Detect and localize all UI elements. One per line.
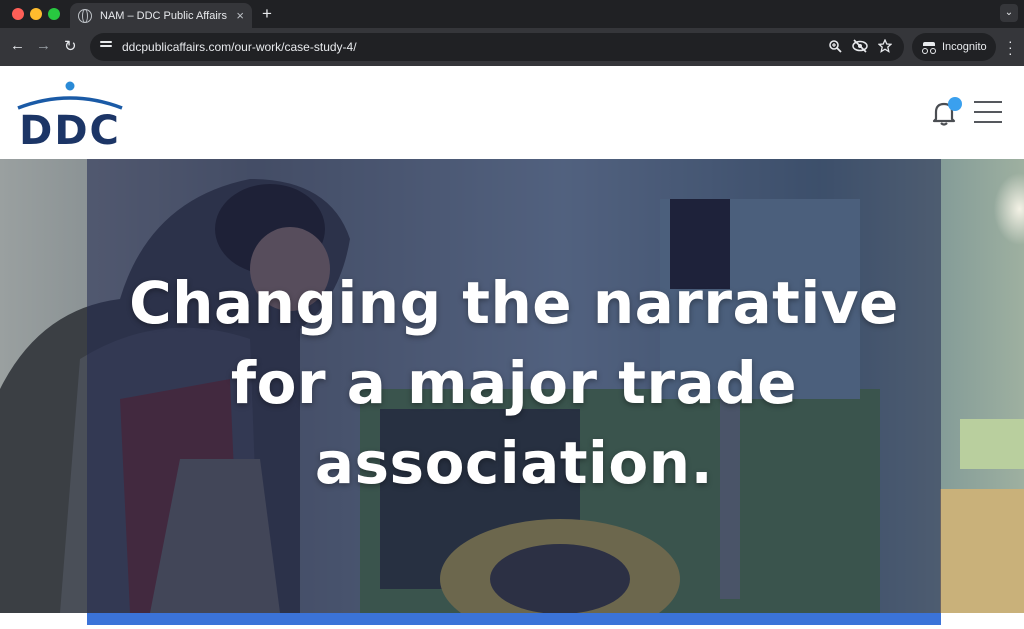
hamburger-menu-icon[interactable] <box>974 101 1002 123</box>
tab-title: NAM – DDC Public Affairs <box>100 9 227 22</box>
tab-search-button[interactable]: ⌄ <box>1000 4 1018 22</box>
hero-accent-bar <box>87 613 941 625</box>
minimize-window-button[interactable] <box>30 8 42 20</box>
incognito-badge[interactable]: Incognito <box>912 33 996 61</box>
maximize-window-button[interactable] <box>48 8 60 20</box>
close-window-button[interactable] <box>12 8 24 20</box>
ddc-logo[interactable]: DDC <box>16 78 128 150</box>
hero-title-line: Changing the narrative <box>129 269 899 337</box>
reload-icon[interactable]: ↻ <box>64 37 77 55</box>
back-icon[interactable]: ← <box>10 37 25 54</box>
site-header: DDC <box>0 66 1024 161</box>
hero-section: Changing the narrative for a major trade… <box>0 159 1024 629</box>
site-info-icon[interactable] <box>100 41 112 51</box>
browser-toolbar: ← → ↻ ddcpublicaffairs.com/our-work/case… <box>0 28 1024 66</box>
eye-off-icon[interactable] <box>852 39 868 53</box>
hero-title: Changing the narrative for a major trade… <box>87 263 941 503</box>
url-text[interactable]: ddcpublicaffairs.com/our-work/case-study… <box>122 40 357 54</box>
tab-close-icon[interactable]: × <box>236 8 244 23</box>
star-icon[interactable] <box>878 39 892 53</box>
notification-dot <box>948 97 962 111</box>
hero-title-line: for a major trade <box>230 349 798 417</box>
zoom-icon[interactable] <box>828 39 842 53</box>
incognito-label: Incognito <box>942 41 987 53</box>
globe-icon <box>78 8 92 23</box>
forward-icon[interactable]: → <box>36 37 51 54</box>
browser-tab[interactable]: NAM – DDC Public Affairs × <box>70 3 252 28</box>
browser-tab-bar: NAM – DDC Public Affairs × + ⌄ <box>0 0 1024 28</box>
address-bar[interactable]: ddcpublicaffairs.com/our-work/case-study… <box>90 33 904 61</box>
hero-title-line: association. <box>314 429 714 497</box>
more-icon[interactable]: · · · <box>1008 34 1013 60</box>
incognito-icon <box>922 42 936 54</box>
logo-text: DDC <box>19 108 121 150</box>
new-tab-button[interactable]: + <box>262 4 272 24</box>
